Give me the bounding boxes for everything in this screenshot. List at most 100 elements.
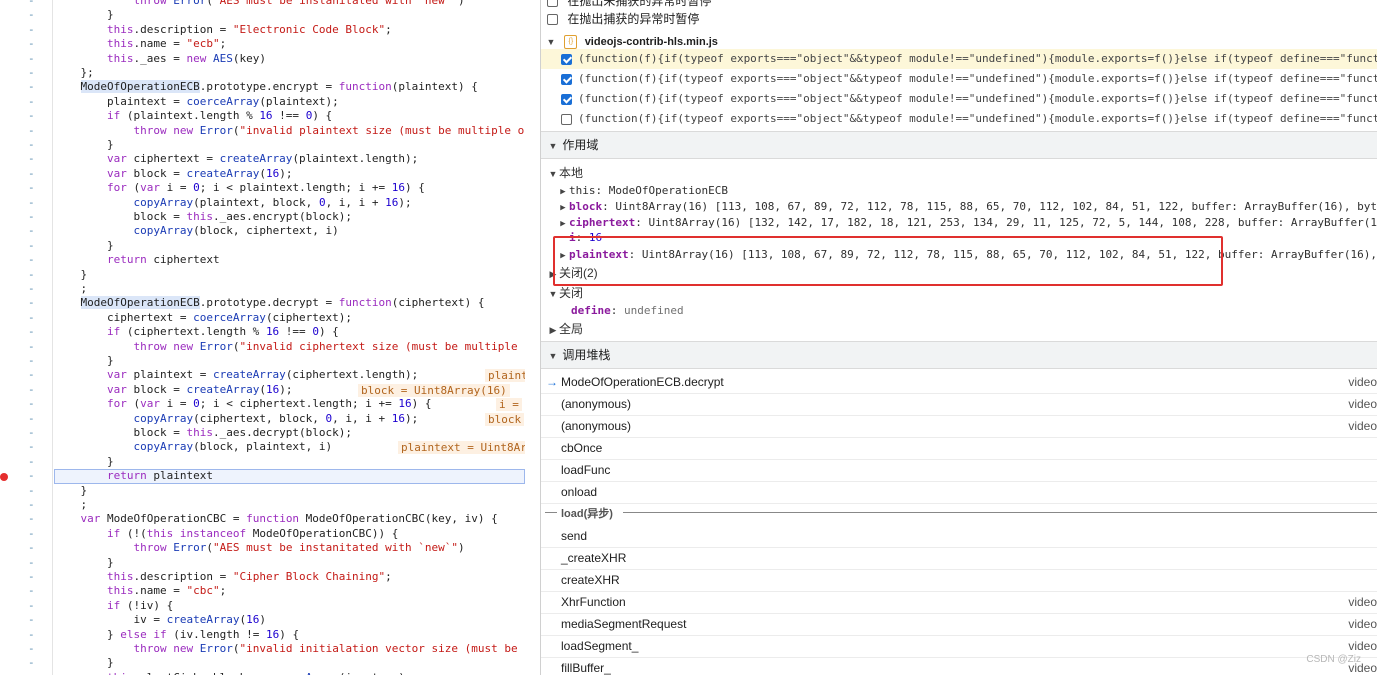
callstack-frame[interactable]: fillBuffer_ video (541, 657, 1377, 675)
scope-var-i[interactable]: i: 16 (541, 231, 1377, 241)
pause-uncaught-checkbox[interactable] (547, 0, 558, 8)
scope-global-row[interactable]: ▶ 全局 (541, 321, 1377, 337)
code-line[interactable]: var plaintext = createArray(ciphertext.l… (54, 368, 525, 383)
inline-variable-value[interactable]: block = Uint8Array(16) (358, 383, 510, 397)
inline-variable-value[interactable]: i = (496, 398, 522, 412)
gutter-marker[interactable]: - (28, 642, 38, 656)
code-line[interactable]: this.description = "Cipher Block Chainin… (54, 570, 525, 584)
callstack-frame[interactable]: send (541, 525, 1377, 548)
gutter-marker[interactable]: - (28, 8, 38, 22)
code-line[interactable]: } (54, 656, 525, 670)
frame-location[interactable]: video (1348, 393, 1377, 415)
code-line[interactable]: if (!(this instanceof ModeOfOperationCBC… (54, 527, 525, 541)
code-line[interactable]: } (54, 455, 525, 469)
code-line[interactable]: plaintext = coerceArray(plaintext); (54, 95, 525, 109)
gutter-marker[interactable]: - (28, 383, 38, 397)
breakpoint-file-row[interactable]: ▼ {} videojs-contrib-hls.min.js (541, 32, 1377, 50)
code-line[interactable]: copyArray(block, ciphertext, i) (54, 224, 525, 238)
gutter-marker[interactable]: - (28, 354, 38, 368)
code-line[interactable]: } (54, 484, 525, 498)
callstack-frame[interactable]: (anonymous) video (541, 393, 1377, 416)
code-line[interactable]: var block = createArray(16); block = Uint… (54, 383, 525, 397)
gutter-marker[interactable]: - (28, 196, 38, 210)
code-line[interactable]: ; (54, 282, 525, 296)
scope-var-ciphertext[interactable]: ▶ ciphertext: Uint8Array(16) [132, 142, 1… (541, 215, 1377, 231)
gutter-marker[interactable]: - (28, 23, 38, 37)
breakpoint-entry[interactable]: (function(f){if(typeof exports==="object… (541, 89, 1377, 109)
callstack-frame[interactable]: XhrFunction video (541, 591, 1377, 614)
breakpoint-checkbox[interactable] (561, 93, 572, 105)
gutter-marker[interactable]: - (28, 527, 38, 541)
callstack-frame[interactable]: loadSegment_ video (541, 635, 1377, 658)
gutter-marker[interactable]: - (28, 0, 38, 8)
code-line[interactable]: for (var i = 0; i < ciphertext.length; i… (54, 397, 525, 412)
gutter-marker[interactable]: - (28, 656, 38, 670)
gutter-marker[interactable]: - (28, 541, 38, 555)
code-line[interactable]: } (54, 239, 525, 253)
scope-closure-row[interactable]: ▼ 关闭 (541, 285, 1377, 301)
breakpoint-entry[interactable]: (function(f){if(typeof exports==="object… (541, 109, 1377, 129)
code-line[interactable]: ModeOfOperationECB.prototype.encrypt = f… (54, 80, 525, 94)
inline-variable-value[interactable]: block (485, 412, 525, 426)
gutter-marker[interactable]: - (28, 152, 38, 166)
scope-var-this[interactable]: ▶ this: ModeOfOperationECB (541, 183, 1377, 199)
gutter-marker[interactable]: - (28, 80, 38, 94)
inline-variable-value[interactable]: plaintext = Uint8Ar (398, 441, 525, 455)
frame-location[interactable]: video (1348, 591, 1377, 613)
code-line[interactable]: return ciphertext (54, 253, 525, 267)
gutter-marker[interactable]: - (28, 340, 38, 354)
code-line[interactable]: if (!iv) { (54, 599, 525, 613)
gutter-marker[interactable]: - (28, 239, 38, 253)
scope-var-plaintext[interactable]: ▶ plaintext: Uint8Array(16) [113, 108, 67… (541, 247, 1377, 263)
gutter-marker[interactable]: - (28, 109, 38, 123)
scope-section-header[interactable]: ▼ 作用域 (541, 131, 1377, 159)
code-line[interactable]: if (plaintext.length % 16 !== 0) { (54, 109, 525, 123)
code-line[interactable]: } (54, 556, 525, 570)
gutter-marker[interactable]: - (28, 268, 38, 282)
gutter-marker[interactable]: - (28, 455, 38, 469)
callstack-frame[interactable]: (anonymous) video (541, 415, 1377, 438)
code-line[interactable]: var block = createArray(16); (54, 167, 525, 181)
code-line[interactable]: throw new Error("invalid initialation ve… (54, 642, 525, 656)
gutter-marker[interactable]: - (28, 440, 38, 454)
code-line[interactable]: this._lastCipherblock = coerceArray(iv, … (54, 671, 525, 675)
code-line[interactable]: } (54, 268, 525, 282)
frame-location[interactable]: video (1348, 613, 1377, 635)
breakpoint-checkbox[interactable] (561, 73, 572, 85)
gutter-marker[interactable]: - (28, 556, 38, 570)
scope-closure2-row[interactable]: ▶ 关闭(2) (541, 265, 1377, 281)
gutter-marker[interactable]: - (28, 138, 38, 152)
code-line[interactable]: this._aes = new AES(key) (54, 52, 525, 66)
scope-var-block[interactable]: ▶ block: Uint8Array(16) [113, 108, 67, 89… (541, 199, 1377, 215)
gutter-marker[interactable]: - (28, 584, 38, 598)
code-line[interactable]: ModeOfOperationECB.prototype.decrypt = f… (54, 296, 525, 310)
code-line[interactable]: throw Error("AES must be instanitated wi… (54, 0, 525, 8)
code-line[interactable]: this.name = "ecb"; (54, 37, 525, 51)
gutter-marker[interactable]: - (28, 181, 38, 195)
gutter-marker[interactable]: - (28, 613, 38, 627)
code-line[interactable]: throw new Error("invalid ciphertext size… (54, 340, 525, 354)
code-line[interactable]: ciphertext = coerceArray(ciphertext); (54, 311, 525, 325)
code-line[interactable]: throw Error("AES must be instanitated wi… (54, 541, 525, 555)
code-line[interactable]: var ModeOfOperationCBC = function ModeOf… (54, 512, 525, 526)
code-line[interactable]: var ciphertext = createArray(plaintext.l… (54, 152, 525, 166)
code-line[interactable]: throw new Error("invalid plaintext size … (54, 124, 525, 138)
gutter-marker[interactable]: - (28, 671, 38, 675)
code-line[interactable]: } (54, 138, 525, 152)
frame-location[interactable]: video (1348, 415, 1377, 437)
callstack-frame[interactable]: _createXHR (541, 547, 1377, 570)
scope-local-row[interactable]: ▼ 本地 (541, 165, 1377, 181)
code-line[interactable]: block = this._aes.decrypt(block); (54, 426, 525, 440)
code-line[interactable]: copyArray(block, plaintext, i) plaintext … (54, 440, 525, 455)
breakpoint-checkbox[interactable] (561, 53, 572, 65)
pause-caught-checkbox[interactable] (547, 14, 558, 26)
code-line[interactable]: copyArray(ciphertext, block, 0, i, i + 1… (54, 412, 525, 426)
breakpoint-checkbox[interactable] (561, 113, 572, 125)
gutter-marker[interactable]: - (28, 37, 38, 51)
scope-var-define[interactable]: define: undefined (541, 303, 1377, 319)
code-line[interactable]: } else if (iv.length != 16) { (54, 628, 525, 642)
gutter-marker[interactable]: - (28, 426, 38, 440)
gutter-marker[interactable]: - (28, 368, 38, 382)
code-line[interactable]: } (54, 8, 525, 22)
callstack-frame[interactable]: → ModeOfOperationECB.decrypt video (541, 371, 1377, 394)
